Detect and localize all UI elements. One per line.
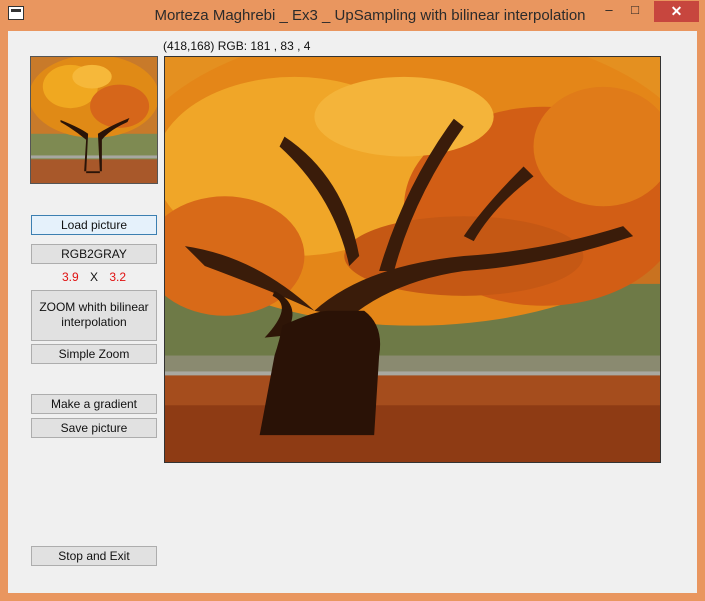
rgb2gray-button[interactable]: RGB2GRAY — [31, 244, 157, 264]
app-icon[interactable] — [8, 6, 24, 20]
pixel-info-label: (418,168) RGB: 181 , 83 , 4 — [163, 39, 311, 53]
zoom-y-factor: 3.2 — [109, 270, 127, 284]
zoom-separator: X — [89, 270, 98, 284]
close-button[interactable]: ✕ — [654, 1, 699, 22]
app-window: Morteza Maghrebi _ Ex3 _ UpSampling with… — [0, 0, 705, 601]
stop-and-exit-button[interactable]: Stop and Exit — [31, 546, 157, 566]
simple-zoom-button[interactable]: Simple Zoom — [31, 344, 157, 364]
client-area: (418,168) RGB: 181 , 83 , 4 Load picture… — [8, 31, 697, 593]
make-gradient-button[interactable]: Make a gradient — [31, 394, 157, 414]
window-title: Morteza Maghrebi _ Ex3 _ UpSampling with… — [154, 7, 586, 24]
save-picture-button[interactable]: Save picture — [31, 418, 157, 438]
load-picture-button[interactable]: Load picture — [31, 215, 157, 235]
thumbnail-image — [30, 56, 158, 184]
zoomed-image[interactable] — [164, 56, 661, 463]
maximize-button[interactable]: □ — [622, 1, 648, 21]
zoom-x-factor: 3.9 — [61, 270, 79, 284]
minimize-button[interactable]: – — [596, 1, 622, 21]
zoom-factors: 3.9 X 3.2 — [31, 270, 157, 284]
zoom-bilinear-button[interactable]: ZOOM whith bilinear interpolation — [31, 290, 157, 341]
title-bar[interactable]: Morteza Maghrebi _ Ex3 _ UpSampling with… — [0, 0, 705, 31]
